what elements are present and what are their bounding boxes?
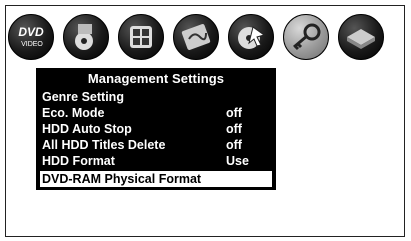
music-icon[interactable] [63, 14, 109, 60]
menu-item-eco-mode[interactable]: Eco. Mode off [40, 105, 272, 121]
menu-item-hdd-auto-stop[interactable]: HDD Auto Stop off [40, 121, 272, 137]
menu-item-label: Genre Setting [42, 90, 124, 104]
category-icon-bar: DVD VIDEO [8, 14, 404, 64]
management-settings-menu: Management Settings Genre Setting Eco. M… [36, 68, 276, 190]
svg-text:VIDEO: VIDEO [21, 41, 43, 48]
menu-item-label: HDD Format [42, 154, 115, 168]
menu-item-label: DVD-RAM Physical Format [42, 172, 202, 186]
menu-item-hdd-format[interactable]: HDD Format Use [40, 153, 272, 169]
svg-text:DVD: DVD [18, 25, 44, 39]
menu-item-value: off [226, 138, 242, 152]
menu-item-value: off [226, 122, 242, 136]
edit-icon[interactable] [173, 14, 219, 60]
menu-item-label: Eco. Mode [42, 106, 105, 120]
dvd-video-icon[interactable]: DVD VIDEO [8, 14, 54, 60]
menu-title: Management Settings [87, 71, 225, 86]
menu-item-dvd-ram-physical-format[interactable]: DVD-RAM Physical Format [40, 171, 272, 187]
menu-item-label: HDD Auto Stop [42, 122, 132, 136]
menu-item-all-hdd-titles-delete[interactable]: All HDD Titles Delete off [40, 137, 272, 153]
menu-item-value: Use [226, 154, 249, 168]
menu-item-genre-setting[interactable]: Genre Setting [40, 89, 272, 105]
disc-setup-icon[interactable] [228, 14, 274, 60]
menu-item-label: All HDD Titles Delete [42, 138, 166, 152]
drive-icon[interactable] [338, 14, 384, 60]
menu-item-value: off [226, 106, 242, 120]
key-management-icon[interactable] [283, 14, 329, 60]
picture-icon[interactable] [118, 14, 164, 60]
